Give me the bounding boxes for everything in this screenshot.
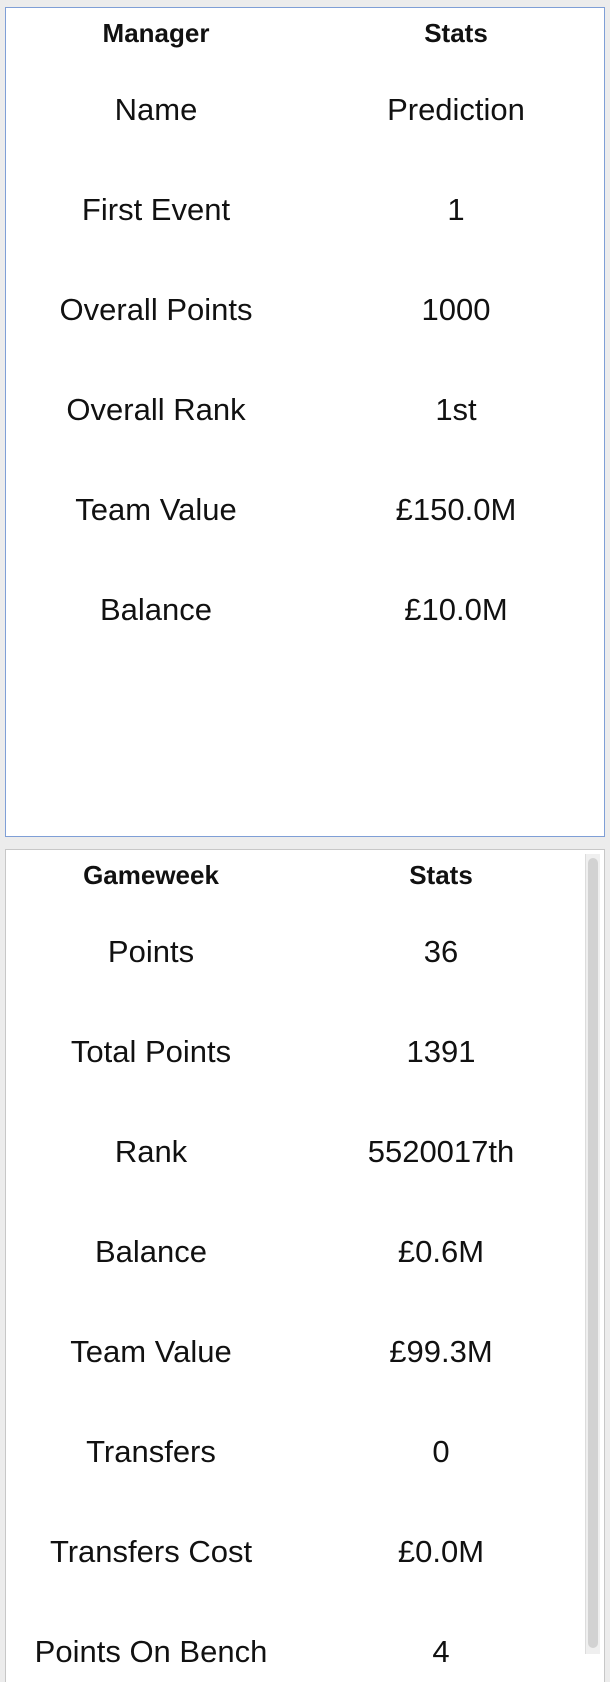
table-row[interactable]: Points 36 xyxy=(6,933,586,971)
table-row[interactable]: Overall Rank 1st xyxy=(6,391,606,429)
row-value: £150.0M xyxy=(395,492,517,527)
row-value: 0 xyxy=(432,1434,450,1469)
row-value: 1st xyxy=(435,392,477,427)
row-label: Transfers xyxy=(86,1434,216,1469)
table-row[interactable]: Team Value £150.0M xyxy=(6,491,606,529)
table-header: Gameweek Stats xyxy=(6,860,586,890)
column-header-gameweek[interactable]: Gameweek xyxy=(6,860,296,890)
table-row[interactable]: Team Value £99.3M xyxy=(6,1333,586,1371)
vertical-scrollbar[interactable] xyxy=(585,854,600,1654)
table-row[interactable]: Points On Bench 4 xyxy=(6,1633,586,1671)
row-label: Transfers Cost xyxy=(49,1534,253,1569)
table-row[interactable]: Overall Points 1000 xyxy=(6,291,606,329)
row-value: Prediction xyxy=(387,92,525,127)
row-label: Overall Rank xyxy=(66,392,246,427)
row-label: Team Value xyxy=(70,1334,232,1369)
row-label: Points On Bench xyxy=(34,1634,268,1669)
row-label: First Event xyxy=(81,192,231,227)
column-header-stats[interactable]: Stats xyxy=(296,860,586,890)
row-value: 36 xyxy=(423,934,459,969)
row-value: £0.6M xyxy=(397,1234,485,1269)
table-row[interactable]: Transfers Cost £0.0M xyxy=(6,1533,586,1571)
table-header: Manager Stats xyxy=(6,18,606,48)
row-value: 5520017th xyxy=(367,1134,515,1169)
row-value: 1000 xyxy=(421,292,491,327)
gameweek-stats-table: Gameweek Stats Points 36 Total Points 13… xyxy=(5,849,605,1682)
table-row[interactable]: Balance £10.0M xyxy=(6,591,606,629)
table-row[interactable]: Balance £0.6M xyxy=(6,1233,586,1271)
table-row[interactable]: Rank 5520017th xyxy=(6,1133,586,1171)
scrollbar-thumb[interactable] xyxy=(588,858,598,1648)
row-label: Balance xyxy=(94,1234,208,1269)
table-row[interactable]: Transfers 0 xyxy=(6,1433,586,1471)
row-label: Rank xyxy=(114,1134,188,1169)
row-value: £10.0M xyxy=(404,592,508,627)
row-label: Balance xyxy=(99,592,213,627)
row-label: Total Points xyxy=(70,1034,232,1069)
row-value: 4 xyxy=(432,1634,450,1669)
row-label: Points xyxy=(107,934,195,969)
row-label: Team Value xyxy=(75,492,237,527)
row-value: 1 xyxy=(447,192,465,227)
row-label: Name xyxy=(114,92,198,127)
row-value: £99.3M xyxy=(389,1334,493,1369)
row-label: Overall Points xyxy=(59,292,253,327)
column-header-manager[interactable]: Manager xyxy=(6,18,306,48)
table-row[interactable]: First Event 1 xyxy=(6,191,606,229)
row-value: £0.0M xyxy=(397,1534,485,1569)
manager-stats-table: Manager Stats Name Prediction First Even… xyxy=(5,7,605,837)
table-row[interactable]: Name Prediction xyxy=(6,91,606,129)
row-value: 1391 xyxy=(406,1034,476,1069)
column-header-stats[interactable]: Stats xyxy=(306,18,606,48)
table-row[interactable]: Total Points 1391 xyxy=(6,1033,586,1071)
